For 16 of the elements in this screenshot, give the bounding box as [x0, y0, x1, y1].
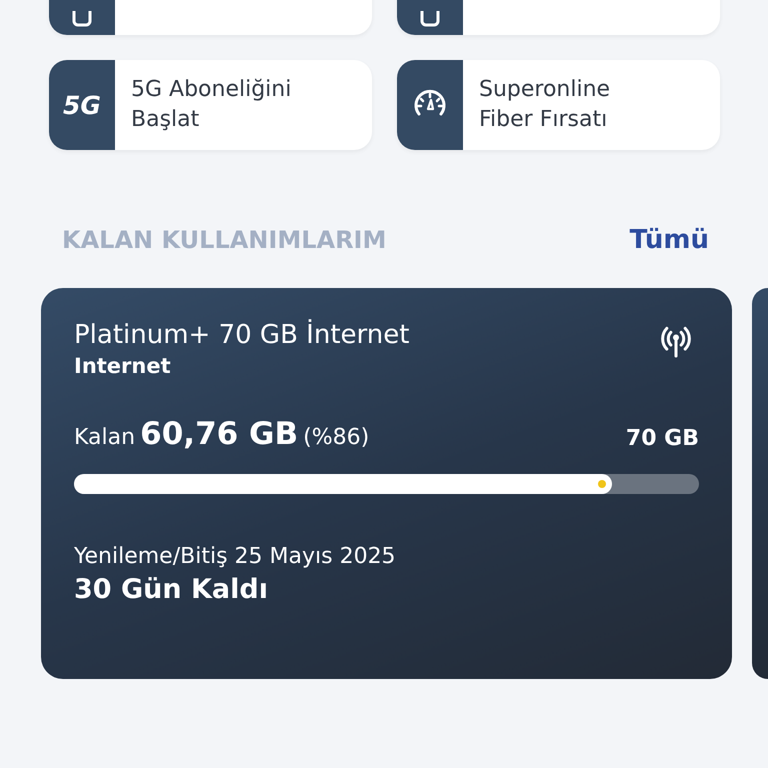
shortcut-tile[interactable]: 5G 5G Aboneliğini Başlat [49, 60, 372, 150]
see-all-link[interactable]: Tümü [630, 225, 709, 255]
renewal-date: Yenileme/Bitiş 25 Mayıs 2025 [74, 543, 397, 571]
remaining-amount: Kalan 60,76 GB (%86) [74, 416, 370, 452]
shortcut-tile[interactable]: Superonline Fiber Fırsatı [397, 60, 720, 150]
device-icon [72, 11, 92, 27]
usage-card[interactable]: Platinum+ 70 GB İnternet Internet Kalan 60,76 GB (%86) 70 GB Yenileme/Bitiş 25 Mayıs 2025 30 Gün Kaldı [41, 288, 732, 679]
tile-label: Superonline Fiber Fırsatı [478, 76, 610, 134]
tile-label: 5G Aboneliğini Başlat [130, 76, 292, 134]
package-name: Platinum+ 70 GB İnternet [74, 318, 410, 352]
section-title: KALAN KULLANIMLARIM [62, 226, 386, 254]
badge-text: 5G [63, 90, 101, 120]
total-amount: 70 GB [626, 426, 699, 450]
days-left: 30 Gün Kaldı [74, 573, 269, 607]
package-type: Internet [74, 353, 172, 380]
device-icon [420, 11, 440, 27]
